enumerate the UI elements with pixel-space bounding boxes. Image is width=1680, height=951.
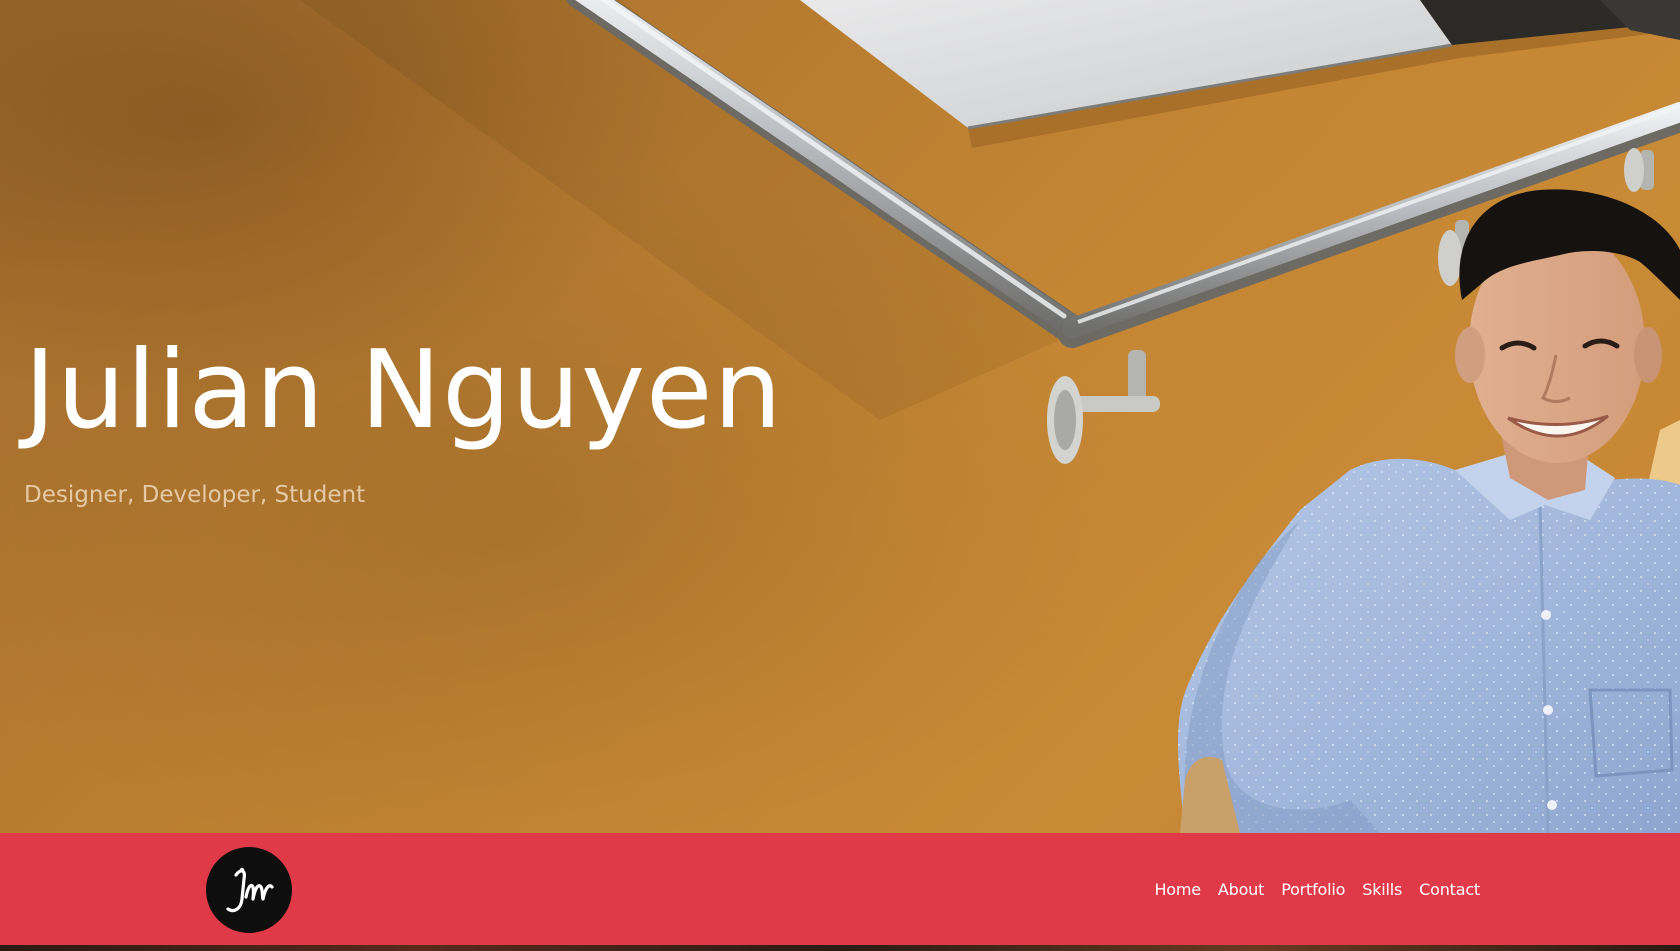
nav-link-portfolio[interactable]: Portfolio: [1281, 880, 1345, 899]
logo-monogram-icon: [226, 867, 274, 913]
hero-tagline: Designer, Developer, Student: [24, 482, 366, 508]
person-portrait: [1178, 189, 1680, 833]
nav-link-contact[interactable]: Contact: [1419, 880, 1480, 899]
nav-link-home[interactable]: Home: [1154, 880, 1201, 899]
nav-link-about[interactable]: About: [1218, 880, 1265, 899]
hero-name: Julian Nguyen: [24, 328, 783, 453]
jn-monogram-logo[interactable]: [206, 847, 292, 933]
next-section-edge: [0, 945, 1680, 951]
nav-link-skills[interactable]: Skills: [1362, 880, 1402, 899]
rail-bracket: [1047, 350, 1160, 464]
hero-section: Julian Nguyen Designer, Developer, Stude…: [0, 0, 1680, 833]
site-navbar: Home About Portfolio Skills Contact: [0, 833, 1680, 945]
nav-links: Home About Portfolio Skills Contact: [1154, 833, 1480, 945]
